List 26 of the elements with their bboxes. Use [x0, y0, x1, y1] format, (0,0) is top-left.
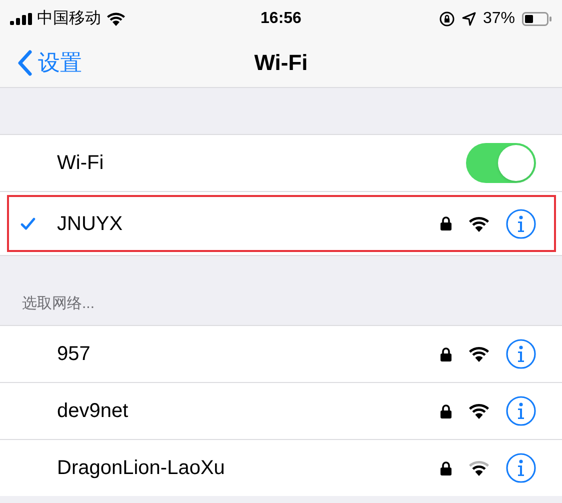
- network-row[interactable]: 957: [0, 325, 562, 382]
- battery-icon: [522, 12, 552, 26]
- info-button[interactable]: [506, 453, 536, 483]
- wifi-label: Wi-Fi: [57, 151, 105, 176]
- network-row[interactable]: DragonLion-LaoXu: [0, 439, 562, 496]
- wifi-toggle[interactable]: [466, 143, 536, 183]
- network-name: 957: [57, 342, 92, 367]
- network-name: dev9net: [57, 399, 130, 424]
- network-name: JNUYX: [57, 212, 124, 236]
- info-button[interactable]: [506, 339, 536, 369]
- clock: 16:56: [260, 9, 302, 29]
- info-button[interactable]: [506, 396, 536, 426]
- network-row[interactable]: dev9net: [0, 382, 562, 439]
- battery-percent: 37%: [482, 9, 515, 29]
- rotation-lock-icon: [438, 11, 455, 27]
- location-arrow-icon: [462, 12, 476, 26]
- chevron-left-icon: [18, 50, 32, 76]
- section-header: 选取网络...: [22, 294, 95, 314]
- back-button[interactable]: 设置: [0, 46, 82, 79]
- wifi-icon: [106, 12, 126, 26]
- screen-title: Wi-Fi: [253, 49, 309, 77]
- carrier-name: 中国移动: [37, 8, 101, 29]
- network-row[interactable]: JNUYX: [7, 195, 556, 252]
- network-name: DragonLion-LaoXu: [57, 456, 226, 481]
- info-button[interactable]: [506, 208, 536, 238]
- signal-icon: [10, 13, 32, 25]
